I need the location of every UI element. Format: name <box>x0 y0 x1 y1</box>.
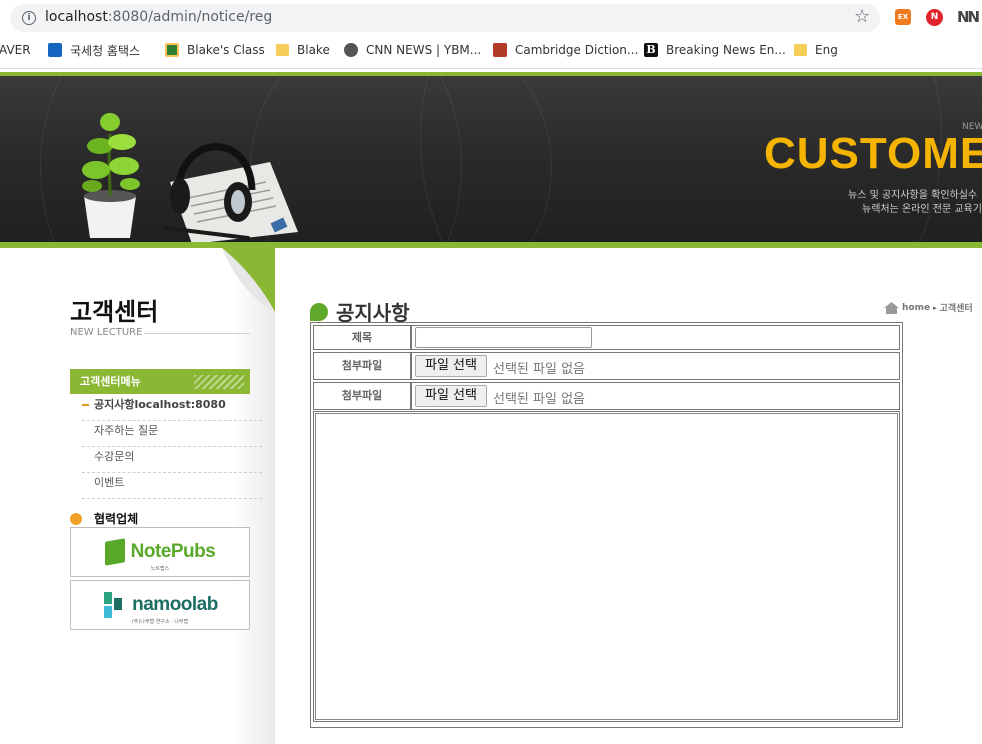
leaf-icon <box>310 302 328 321</box>
bookmarks-bar: AVER 국세청 홈택스 Blake's Class Blake CNN NEW… <box>0 36 982 64</box>
file-label: 첨부파일 <box>341 389 383 402</box>
chrome-divider <box>0 68 982 69</box>
banner-title: CUSTOME <box>764 129 982 178</box>
choose-file-button-1[interactable]: 파일 선택 <box>415 355 487 377</box>
extension-nn-icon[interactable]: NN <box>957 8 980 26</box>
sidebar-item-faq[interactable]: 자주하는 질문 <box>82 422 262 447</box>
cambridge-icon <box>493 43 507 57</box>
bookmark-hometax[interactable]: 국세청 홈택스 <box>48 41 140 59</box>
hometax-icon <box>48 43 62 57</box>
chevron-right-icon: ▸ <box>933 303 937 312</box>
sidebar-item-label: 자주하는 질문 <box>94 424 159 437</box>
url-host: localhost <box>45 9 108 25</box>
url-path: :8080/admin/notice/reg <box>107 9 273 25</box>
header-banner: NEW CUSTOME 뉴스 및 공지사항을 확인하실수 뉴렉처는 온라인 전문… <box>0 76 982 242</box>
partner-notepubs[interactable]: NotePubs 노트펍스 <box>70 527 250 577</box>
extension-red-icon[interactable]: N <box>926 9 943 26</box>
bookmark-label: Breaking News En... <box>666 43 786 57</box>
menu-header-pattern <box>194 375 244 389</box>
bookmark-label: CNN NEWS | YBM... <box>366 43 482 57</box>
globe-icon <box>344 43 358 57</box>
sidebar-item-label: 이벤트 <box>94 476 125 489</box>
file-label-cell: 첨부파일 <box>313 352 411 380</box>
title-label: 제목 <box>351 331 373 344</box>
partners-title: 협력업체 <box>94 512 139 526</box>
content-textarea[interactable] <box>315 413 898 720</box>
partners-header: 협력업체 <box>70 510 138 527</box>
title-input[interactable] <box>415 327 592 348</box>
bookmark-label: Blake's Class <box>187 43 265 57</box>
partner-name: NotePubs <box>130 541 216 562</box>
active-marker-icon <box>82 404 89 406</box>
breadcrumb-home[interactable]: home <box>902 303 930 313</box>
extension-ex-icon[interactable]: EX <box>895 9 911 25</box>
bookmark-blake[interactable]: Blake <box>276 41 330 59</box>
bookmark-label: Cambridge Diction... <box>515 43 639 57</box>
partner-namoolab[interactable]: namoolab (주)나무랩 연구소 · 나무랩 <box>70 580 250 630</box>
file-status-2: 선택된 파일 없음 <box>493 392 585 407</box>
bookmark-cambridge[interactable]: Cambridge Diction... <box>493 41 638 59</box>
folder-icon <box>276 44 289 56</box>
notepubs-logo-icon <box>104 538 125 566</box>
bookmark-eng[interactable]: Eng <box>794 41 838 59</box>
sidebar-subtitle: NEW LECTURE <box>70 327 143 338</box>
title-label-cell: 제목 <box>313 325 411 350</box>
bookmark-cnn-news[interactable]: CNN NEWS | YBM... <box>344 41 481 59</box>
bullet-icon <box>70 512 82 525</box>
sidebar-menu-header: 고객센터메뉴 <box>70 369 250 394</box>
sidebar-item-label: 공지사항localhost:8080 <box>94 398 226 411</box>
namoolab-logo-icon <box>104 592 123 618</box>
info-icon[interactable]: i <box>22 11 36 25</box>
plant-headphones-illustration <box>82 113 298 242</box>
sidebar-item-label: 수강문의 <box>94 450 135 463</box>
bookmark-breaking-news[interactable]: B Breaking News En... <box>644 41 786 59</box>
bookmark-blakes-class[interactable]: Blake's Class <box>165 41 265 59</box>
bookmark-label: 국세청 홈택스 <box>70 43 141 58</box>
url-text[interactable]: localhost:8080/admin/notice/reg <box>45 9 272 25</box>
bookmark-label: Eng <box>815 43 838 57</box>
sidebar-title: 고객센터 <box>70 298 159 326</box>
bookmark-naver[interactable]: AVER <box>0 41 31 59</box>
banner-subtitle: 뉴스 및 공지사항을 확인하실수 <box>848 190 978 201</box>
partner-subtitle: (주)나무랩 연구소 · 나무랩 <box>131 619 189 625</box>
sidebar-item-course-inquiry[interactable]: 수강문의 <box>82 448 262 473</box>
bookmark-label: AVER <box>0 43 31 57</box>
breadcrumb: home ▸ 고객센터 <box>884 301 973 314</box>
file-label-cell: 첨부파일 <box>313 382 411 410</box>
file-label: 첨부파일 <box>341 359 383 372</box>
bookmark-star-icon[interactable]: ☆ <box>854 7 870 27</box>
menu-header-label: 고객센터메뉴 <box>80 375 141 388</box>
classroom-icon <box>165 43 179 57</box>
partner-subtitle: 노트펍스 <box>150 566 170 572</box>
bookmark-label: Blake <box>297 43 330 57</box>
address-bar: i localhost:8080/admin/notice/reg ☆ EX N… <box>0 0 982 36</box>
file-status-1: 선택된 파일 없음 <box>493 362 585 377</box>
banner-subtitle: 뉴렉처는 온라인 전문 교육기 <box>862 204 982 215</box>
folder-icon <box>794 44 807 56</box>
sidebar-item-notice[interactable]: 공지사항localhost:8080 <box>82 396 262 421</box>
partner-name: namoolab <box>132 594 218 615</box>
page-curl-decoration <box>222 248 275 312</box>
breaking-news-icon: B <box>644 43 658 57</box>
divider <box>144 333 250 334</box>
home-icon <box>884 301 899 314</box>
sidebar-item-event[interactable]: 이벤트 <box>82 474 262 499</box>
choose-file-button-2[interactable]: 파일 선택 <box>415 385 487 407</box>
breadcrumb-current[interactable]: 고객센터 <box>940 301 973 314</box>
